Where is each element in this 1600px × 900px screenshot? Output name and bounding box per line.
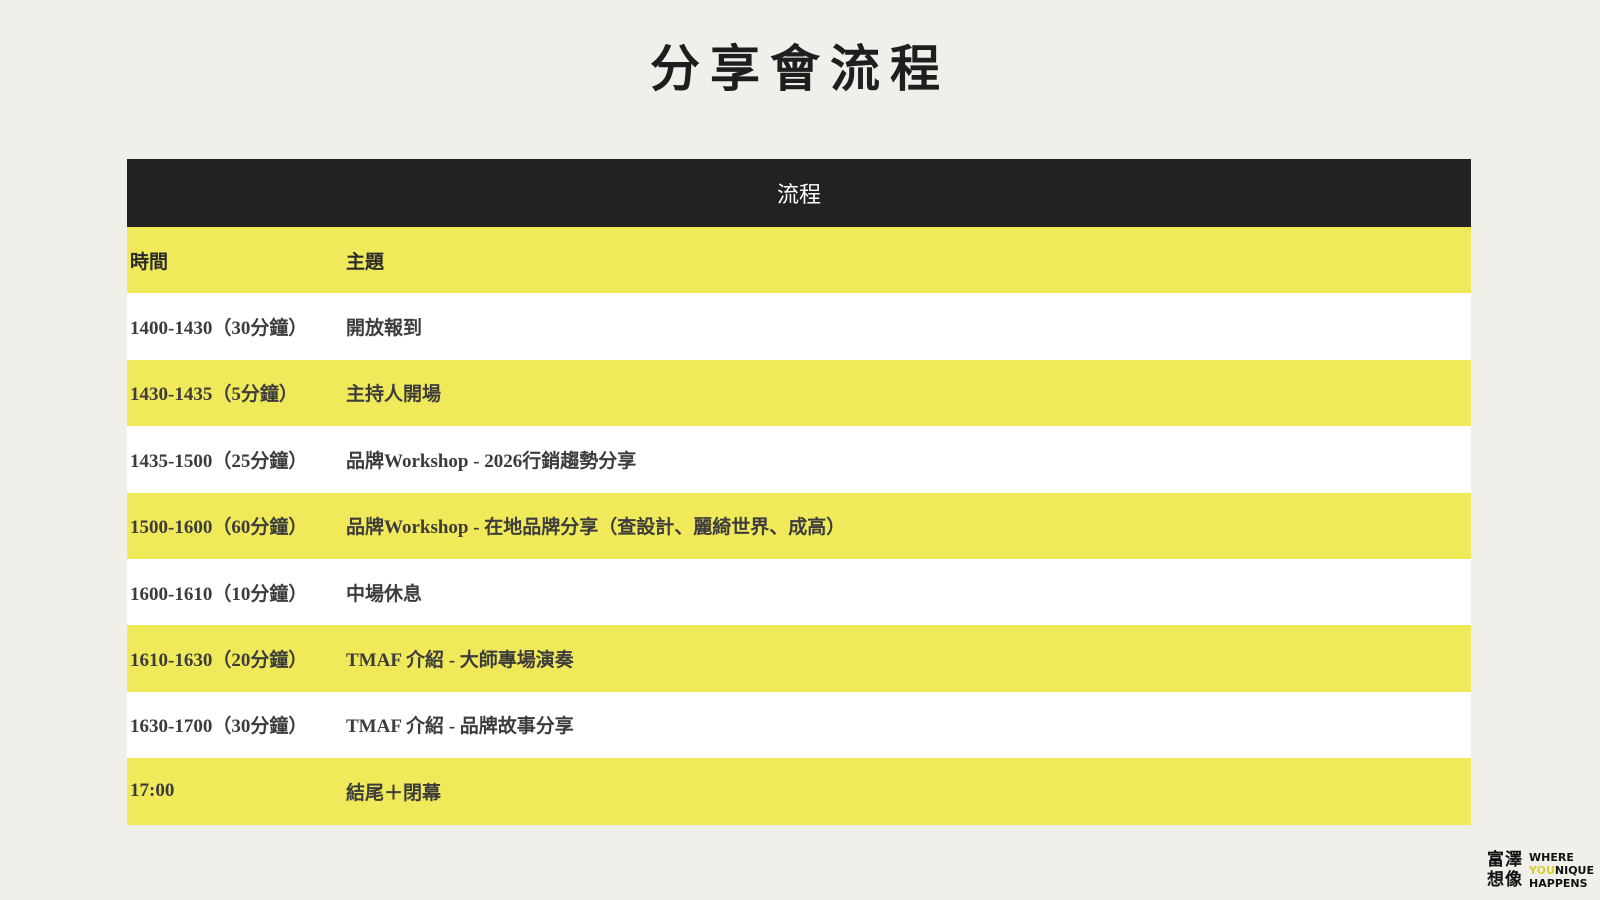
logo-cn-line2: 想像 <box>1487 870 1524 890</box>
schedule-table: 流程 時間 主題 1400-1430（30分鐘） 開放報到 1430-1435（… <box>127 159 1471 825</box>
logo-en-rest: NIQUE <box>1554 863 1594 877</box>
logo-chinese-text: 富澤 想像 <box>1487 850 1523 890</box>
logo-english-text: WHERE YOUNIQUE HAPPENS <box>1529 851 1594 890</box>
row-topic: TMAF 介紹 - 大師專場演奏 <box>346 650 574 672</box>
row-topic: 開放報到 <box>346 318 423 340</box>
column-header-topic: 主題 <box>346 251 385 273</box>
logo-en-line1: WHERE <box>1529 850 1574 864</box>
page-title: 分享會流程 <box>650 39 950 98</box>
table-row: 1430-1435（5分鐘） 主持人開場 <box>127 359 1471 427</box>
row-time: 1435-1500（25分鐘） <box>130 450 308 472</box>
column-header-row: 時間 主題 <box>127 227 1471 294</box>
logo-en-line3: HAPPENS <box>1529 876 1588 890</box>
row-time: 1630-1700（30分鐘） <box>130 716 308 738</box>
row-time: 1600-1610（10分鐘） <box>130 583 308 605</box>
row-time: 1610-1630（20分鐘） <box>130 650 308 672</box>
logo-en-line2: YOUNIQUE <box>1529 864 1594 877</box>
table-row: 1400-1430（30分鐘） 開放報到 <box>127 293 1471 360</box>
row-time: 1500-1600（60分鐘） <box>130 517 308 539</box>
row-topic: 中場休息 <box>346 583 423 605</box>
row-time: 1400-1430（30分鐘） <box>130 318 308 340</box>
table-row: 1500-1600（60分鐘） 品牌Workshop - 在地品牌分享（查設計、… <box>127 492 1471 559</box>
table-row: 1610-1630（20分鐘） TMAF 介紹 - 大師專場演奏 <box>127 625 1471 692</box>
row-topic: TMAF 介紹 - 品牌故事分享 <box>346 716 574 738</box>
row-topic: 品牌Workshop - 在地品牌分享（查設計、麗綺世界、成高） <box>346 517 846 539</box>
table-row: 17:00 結尾＋閉幕 <box>127 758 1471 825</box>
logo-en-accent: YOU <box>1529 863 1555 877</box>
table-row: 1630-1700（30分鐘） TMAF 介紹 - 品牌故事分享 <box>127 691 1471 759</box>
row-topic: 主持人開場 <box>346 384 442 406</box>
column-header-time: 時間 <box>130 251 169 273</box>
row-topic: 結尾＋閉幕 <box>346 782 442 804</box>
logo-cn-line1: 富澤 <box>1487 850 1524 870</box>
table-row: 1435-1500（25分鐘） 品牌Workshop - 2026行銷趨勢分享 <box>127 426 1471 493</box>
table-header: 流程 <box>127 159 1471 227</box>
row-time: 17:00 <box>130 780 175 802</box>
row-time: 1430-1435（5分鐘） <box>130 384 298 406</box>
table-row: 1600-1610（10分鐘） 中場休息 <box>127 558 1471 626</box>
brand-logo: 富澤 想像 WHERE YOUNIQUE HAPPENS <box>1487 850 1594 890</box>
row-topic: 品牌Workshop - 2026行銷趨勢分享 <box>346 450 637 472</box>
